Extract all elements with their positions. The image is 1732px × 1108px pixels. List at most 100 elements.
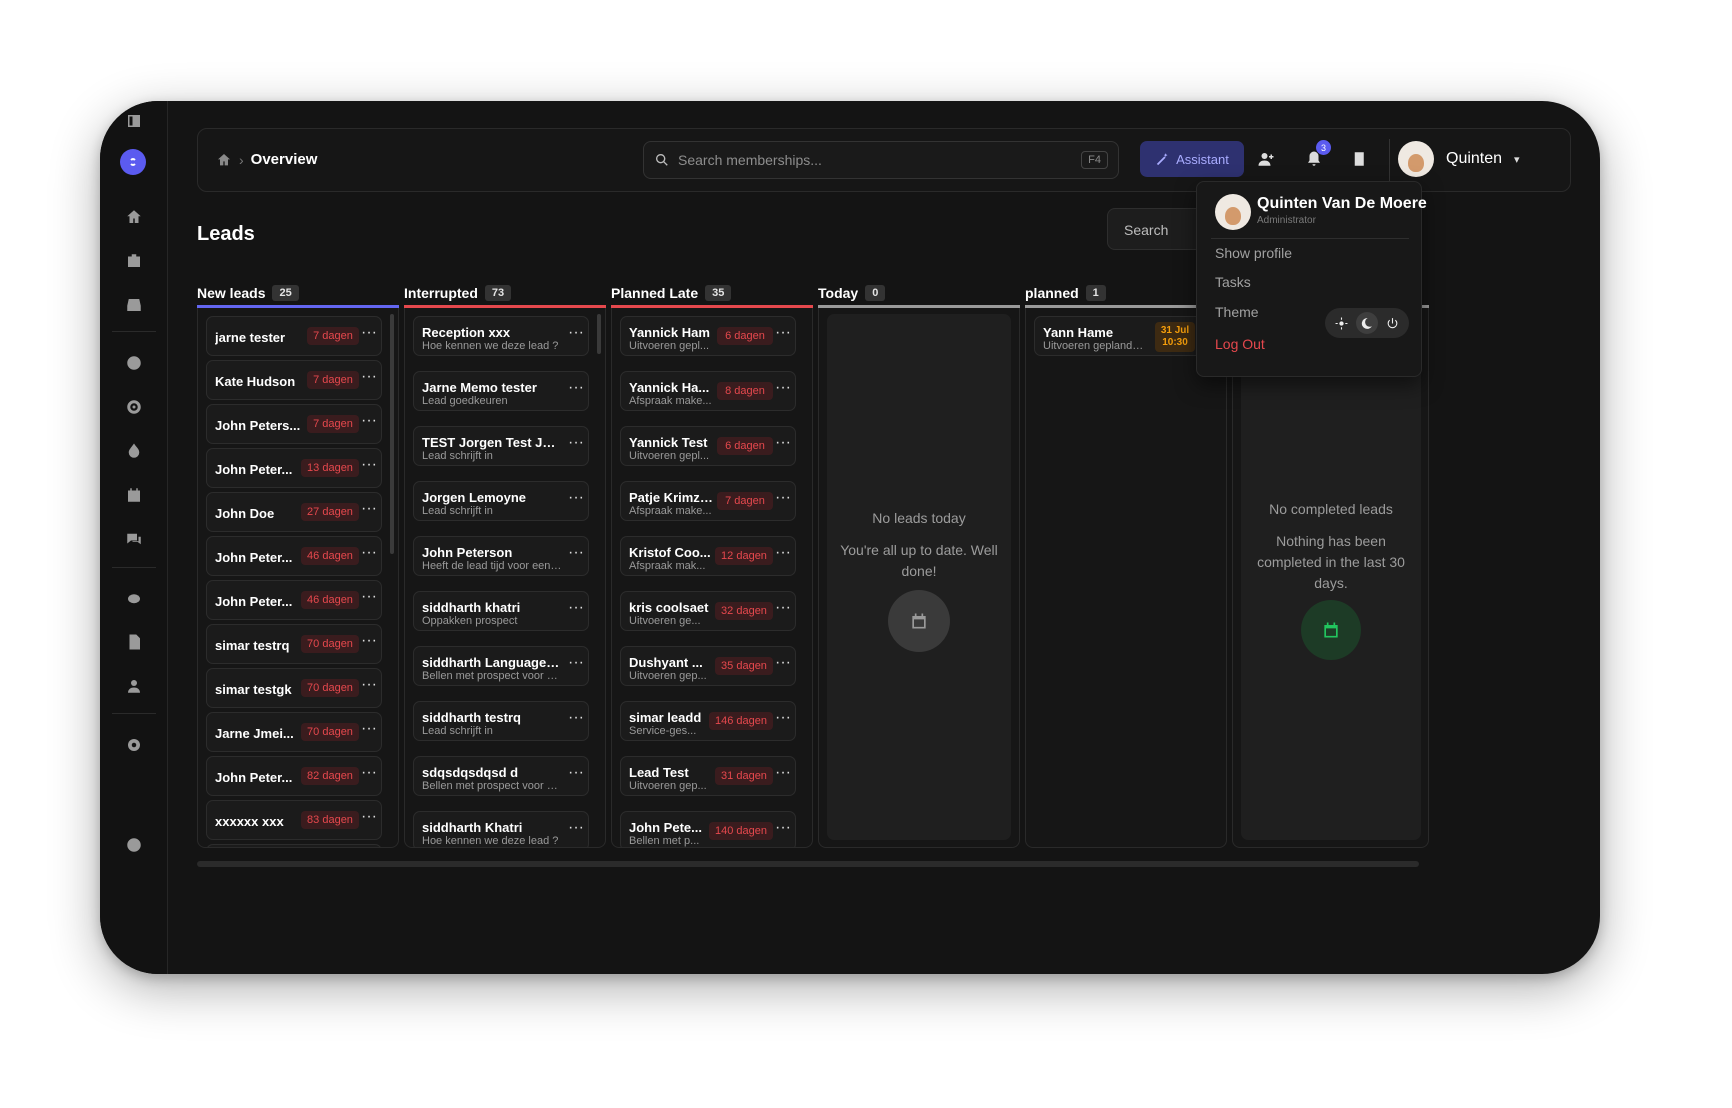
lead-card[interactable]: simar testrq 70 dagen ···: [206, 624, 382, 664]
more-icon[interactable]: ···: [775, 655, 791, 674]
tasks-item[interactable]: Tasks: [1215, 274, 1251, 290]
more-icon[interactable]: ···: [361, 589, 377, 608]
more-icon[interactable]: ···: [568, 820, 584, 839]
lead-card[interactable]: TEST Jorgen Test Jorg... Lead schrijft in…: [413, 426, 589, 466]
lead-card[interactable]: Jarne Memo tester Lead goedkeuren ···: [413, 371, 589, 411]
lead-card[interactable]: xxxxxx xxx 83 dagen ···: [206, 800, 382, 840]
lead-card[interactable]: Yannick Ham Uitvoeren gepl... 6 dagen ···: [620, 316, 796, 356]
app-logo[interactable]: [120, 149, 146, 175]
lead-card[interactable]: Yannick Test Uitvoeren gepl... 6 dagen ···: [620, 426, 796, 466]
lead-name: Kate Hudson: [215, 374, 296, 389]
more-icon[interactable]: ···: [568, 710, 584, 729]
more-icon[interactable]: ···: [568, 490, 584, 509]
more-icon[interactable]: ···: [568, 600, 584, 619]
lead-card[interactable]: siddharth Language test Bellen met prospe…: [413, 646, 589, 686]
help-icon[interactable]: [120, 831, 148, 859]
lead-card[interactable]: [206, 844, 382, 847]
lead-card[interactable]: Kristof Coo... Afspraak mak... 12 dagen ···: [620, 536, 796, 576]
more-icon[interactable]: ···: [775, 380, 791, 399]
more-icon[interactable]: ···: [361, 765, 377, 784]
lead-card[interactable]: John Doe 27 dagen ···: [206, 492, 382, 532]
more-icon[interactable]: ···: [775, 490, 791, 509]
more-icon[interactable]: ···: [361, 325, 377, 344]
bell-icon[interactable]: 3: [1302, 140, 1331, 171]
more-icon[interactable]: ···: [361, 677, 377, 696]
more-icon[interactable]: ···: [568, 545, 584, 564]
add-user-icon[interactable]: [1254, 147, 1278, 171]
lead-card[interactable]: Dushyant ... Uitvoeren gep... 35 dagen ···: [620, 646, 796, 686]
user-circle-icon[interactable]: [120, 349, 148, 377]
sun-icon[interactable]: [1331, 312, 1353, 334]
more-icon[interactable]: ···: [568, 655, 584, 674]
home-icon[interactable]: [120, 203, 148, 231]
more-icon[interactable]: ···: [361, 633, 377, 652]
lead-card[interactable]: Yannick Ha... Afspraak make... 8 dagen ···: [620, 371, 796, 411]
calendar-icon[interactable]: [120, 481, 148, 509]
contact-card-icon[interactable]: [120, 247, 148, 275]
more-icon[interactable]: ···: [775, 435, 791, 454]
more-icon[interactable]: ···: [775, 765, 791, 784]
target-icon[interactable]: [120, 393, 148, 421]
lead-card[interactable]: John Pete... Bellen met p... 140 dagen ···: [620, 811, 796, 847]
door-icon[interactable]: [1348, 147, 1372, 171]
lead-card[interactable]: John Peter... 46 dagen ···: [206, 580, 382, 620]
lead-card[interactable]: Patje Krimzon Afspraak make... 7 dagen ···: [620, 481, 796, 521]
more-icon[interactable]: ···: [568, 325, 584, 344]
piggy-bank-icon[interactable]: [120, 584, 148, 612]
sidebar-toggle-icon[interactable]: [120, 107, 148, 135]
sidebar: [100, 101, 168, 974]
fire-icon[interactable]: [120, 437, 148, 465]
more-icon[interactable]: ···: [568, 435, 584, 454]
more-icon[interactable]: ···: [361, 501, 377, 520]
more-icon[interactable]: ···: [775, 710, 791, 729]
lead-card[interactable]: John Peters... 7 dagen ···: [206, 404, 382, 444]
inbox-icon[interactable]: [120, 291, 148, 319]
lead-card[interactable]: John Peterson Heeft de lead tijd voor een…: [413, 536, 589, 576]
column-scrollbar[interactable]: [390, 314, 394, 554]
lead-card[interactable]: simar leadd Service-ges... 146 dagen ···: [620, 701, 796, 741]
power-icon[interactable]: [1381, 312, 1403, 334]
more-icon[interactable]: ···: [361, 413, 377, 432]
moon-icon[interactable]: [1355, 312, 1378, 334]
assistant-button[interactable]: Assistant: [1140, 141, 1244, 177]
person-icon[interactable]: [120, 672, 148, 700]
lead-card[interactable]: kris coolsaet Uitvoeren ge... 32 dagen ···: [620, 591, 796, 631]
lead-card[interactable]: Yann Hame Uitvoeren geplande... 31 Jul 10…: [1034, 316, 1210, 356]
lead-card[interactable]: John Peter... 13 dagen ···: [206, 448, 382, 488]
more-icon[interactable]: ···: [361, 369, 377, 388]
lead-card[interactable]: siddharth Khatri Hoe kennen we deze lead …: [413, 811, 589, 847]
more-icon[interactable]: ···: [568, 765, 584, 784]
lead-card[interactable]: siddharth testrq Lead schrijft in ···: [413, 701, 589, 741]
column-scrollbar[interactable]: [597, 314, 601, 354]
home-icon[interactable]: [216, 152, 232, 168]
lead-card[interactable]: jarne tester 7 dagen ···: [206, 316, 382, 356]
more-icon[interactable]: ···: [361, 721, 377, 740]
more-icon[interactable]: ···: [568, 380, 584, 399]
more-icon[interactable]: ···: [775, 325, 791, 344]
lead-card[interactable]: Jarne Jmei... 70 dagen ···: [206, 712, 382, 752]
lead-card[interactable]: Reception xxx Hoe kennen we deze lead ? ··…: [413, 316, 589, 356]
more-icon[interactable]: ···: [361, 809, 377, 828]
settings-icon[interactable]: [120, 731, 148, 759]
lead-card[interactable]: simar testgk 70 dagen ···: [206, 668, 382, 708]
user-menu-trigger[interactable]: Quinten ▾: [1398, 141, 1520, 177]
document-icon[interactable]: [120, 628, 148, 656]
chat-icon[interactable]: [120, 525, 148, 553]
lead-card[interactable]: siddharth khatri Oppakken prospect ···: [413, 591, 589, 631]
more-icon[interactable]: ···: [775, 545, 791, 564]
lead-name: John Doe: [215, 506, 275, 521]
lead-card[interactable]: Lead Test Uitvoeren gep... 31 dagen ···: [620, 756, 796, 796]
logout-item[interactable]: Log Out: [1215, 336, 1265, 352]
show-profile-item[interactable]: Show profile: [1215, 245, 1292, 261]
lead-card[interactable]: Jorgen Lemoyne Lead schrijft in ···: [413, 481, 589, 521]
more-icon[interactable]: ···: [361, 457, 377, 476]
board-horizontal-scrollbar[interactable]: [197, 861, 1419, 867]
lead-card[interactable]: John Peter... 82 dagen ···: [206, 756, 382, 796]
lead-card[interactable]: Kate Hudson 7 dagen ···: [206, 360, 382, 400]
more-icon[interactable]: ···: [775, 820, 791, 839]
lead-card[interactable]: John Peter... 46 dagen ···: [206, 536, 382, 576]
search-input[interactable]: Search memberships... F4: [643, 141, 1119, 179]
more-icon[interactable]: ···: [775, 600, 791, 619]
lead-card[interactable]: sdqsdqsdqsd d Bellen met prospect voor af…: [413, 756, 589, 796]
more-icon[interactable]: ···: [361, 545, 377, 564]
